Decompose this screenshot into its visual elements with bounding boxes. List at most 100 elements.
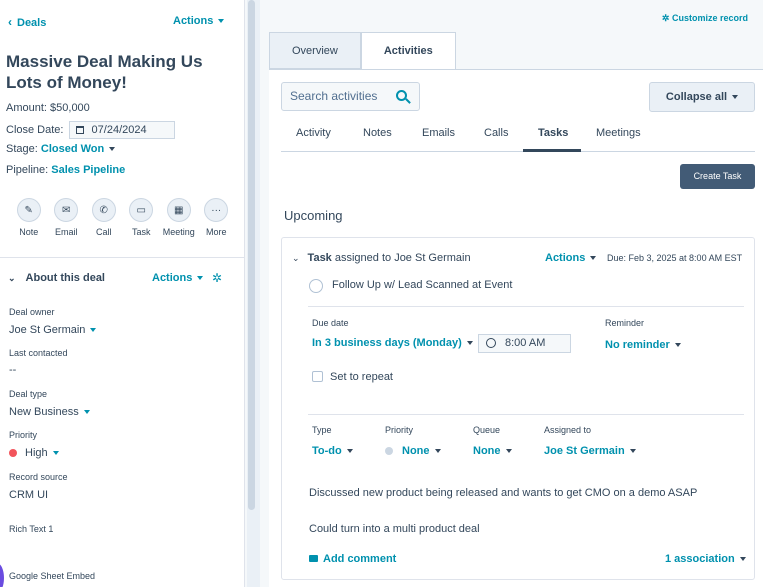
- task-card: ⌄ Task assigned to Joe St Germain Actions…: [281, 237, 755, 580]
- divider: [0, 257, 244, 258]
- deal-owner-label: Deal owner: [9, 307, 55, 317]
- tab-overview[interactable]: Overview: [269, 32, 361, 69]
- reminder-label: Reminder: [605, 318, 645, 328]
- stage-dropdown[interactable]: Closed Won: [41, 143, 116, 155]
- association-dropdown[interactable]: 1 association: [665, 553, 746, 565]
- record-actions-dropdown[interactable]: Actions: [173, 15, 225, 27]
- gear-icon[interactable]: ✲: [212, 271, 222, 285]
- caret-down-icon: [197, 276, 204, 281]
- type-dropdown[interactable]: To-do: [312, 445, 353, 457]
- amount-row: Amount: $50,000: [6, 102, 90, 114]
- create-task-button[interactable]: Create Task: [680, 164, 755, 189]
- sidebar-scrollbar-thumb[interactable]: [248, 0, 255, 510]
- deal-title: Massive Deal Making Us Lots of Money!: [6, 52, 203, 92]
- caret-down-icon: [83, 410, 90, 415]
- calendar-icon: ▦: [166, 198, 191, 222]
- quick-action-call[interactable]: ✆ Call: [85, 198, 123, 237]
- caret-down-icon: [505, 449, 512, 454]
- task-title[interactable]: Follow Up w/ Lead Scanned at Event: [332, 279, 512, 291]
- tab-activity[interactable]: Activity: [296, 127, 331, 139]
- record-tabs: Overview Activities: [269, 32, 456, 70]
- task-header-toggle[interactable]: ⌄ Task assigned to Joe St Germain: [292, 252, 471, 264]
- priority-high-dot: [9, 449, 17, 457]
- tab-meetings[interactable]: Meetings: [596, 127, 641, 139]
- caret-down-icon: [674, 343, 681, 348]
- alarm-clock-icon: [486, 338, 496, 348]
- due-date-label: Due date: [312, 318, 349, 328]
- quick-action-more[interactable]: ··· More: [198, 198, 236, 237]
- repeat-label: Set to repeat: [330, 371, 393, 383]
- tab-calls[interactable]: Calls: [484, 127, 508, 139]
- caret-down-icon: [346, 449, 353, 454]
- gear-icon: ✲: [661, 13, 670, 23]
- email-icon: ✉: [54, 198, 79, 222]
- tab-activities[interactable]: Activities: [360, 32, 456, 70]
- caret-down-icon: [109, 147, 116, 152]
- reminder-dropdown[interactable]: No reminder: [605, 339, 681, 351]
- repeat-checkbox[interactable]: [312, 371, 323, 382]
- task-notes-line-1[interactable]: Discussed new product being released and…: [309, 487, 697, 499]
- task-priority-dropdown[interactable]: None: [385, 445, 441, 457]
- tab-tasks[interactable]: Tasks: [538, 127, 568, 139]
- quick-action-meeting[interactable]: ▦ Meeting: [160, 198, 198, 237]
- more-icon: ···: [204, 198, 229, 222]
- back-to-deals-link[interactable]: ‹ Deals: [8, 15, 46, 29]
- amount-value[interactable]: $50,000: [50, 102, 90, 114]
- complete-task-checkbox[interactable]: [309, 279, 323, 293]
- activities-panel: Search activities Collapse all Activity …: [269, 69, 763, 587]
- priority-dropdown[interactable]: High: [9, 447, 59, 459]
- tab-notes[interactable]: Notes: [363, 127, 392, 139]
- google-sheet-embed-label: Google Sheet Embed: [9, 571, 96, 581]
- last-contacted-value: --: [9, 364, 17, 376]
- assigned-to-label: Assigned to: [544, 425, 592, 435]
- about-actions-dropdown[interactable]: Actions: [152, 272, 204, 284]
- chat-launcher-button[interactable]: [0, 563, 4, 587]
- deal-type-label: Deal type: [9, 389, 48, 399]
- chevron-left-icon: ‹: [8, 15, 12, 29]
- caret-down-icon: [739, 557, 746, 562]
- quick-action-note[interactable]: ✎ Note: [10, 198, 48, 237]
- activity-type-tabs: Activity Notes Emails Calls Tasks Meetin…: [281, 120, 755, 152]
- queue-dropdown[interactable]: None: [473, 445, 512, 457]
- task-icon: ▭: [129, 198, 154, 222]
- stage-row: Stage: Closed Won: [6, 143, 116, 155]
- quick-action-task[interactable]: ▭ Task: [123, 198, 161, 237]
- about-section-toggle[interactable]: ⌄ About this deal: [8, 272, 105, 284]
- chevron-down-icon: ⌄: [292, 253, 300, 263]
- add-comment-link[interactable]: Add comment: [309, 553, 396, 565]
- task-notes-line-2[interactable]: Could turn into a multi product deal: [309, 523, 480, 535]
- close-date-row: Close Date: 07/24/2024: [6, 121, 175, 139]
- type-label: Type: [312, 425, 332, 435]
- quick-actions: ✎ Note ✉ Email ✆ Call ▭ Task ▦ Meeting ··· Mor…: [10, 198, 235, 237]
- caret-down-icon: [466, 341, 473, 346]
- priority-label: Priority: [385, 425, 414, 435]
- priority-none-dot: [385, 447, 393, 455]
- chevron-down-icon: ⌄: [8, 273, 16, 283]
- caret-down-icon: [732, 95, 739, 100]
- record-source-label: Record source: [9, 472, 68, 482]
- caret-down-icon: [218, 19, 225, 24]
- priority-label: Priority: [9, 430, 38, 440]
- collapse-all-button[interactable]: Collapse all: [649, 82, 755, 112]
- task-actions-dropdown[interactable]: Actions: [545, 252, 597, 264]
- deal-type-dropdown[interactable]: New Business: [9, 406, 90, 418]
- note-icon: ✎: [16, 198, 41, 222]
- search-icon[interactable]: [396, 90, 407, 101]
- close-date-input[interactable]: 07/24/2024: [68, 121, 175, 139]
- deal-owner-dropdown[interactable]: Joe St Germain: [9, 324, 97, 336]
- quick-action-email[interactable]: ✉ Email: [48, 198, 86, 237]
- upcoming-heading: Upcoming: [284, 208, 343, 223]
- customize-record-link[interactable]: ✲ Customize record: [662, 13, 748, 24]
- divider: [308, 414, 744, 415]
- queue-label: Queue: [473, 425, 501, 435]
- caret-down-icon: [52, 451, 59, 456]
- assigned-to-dropdown[interactable]: Joe St Germain: [544, 445, 636, 457]
- tab-emails[interactable]: Emails: [422, 127, 455, 139]
- pipeline-link[interactable]: Sales Pipeline: [51, 164, 125, 176]
- due-time-input[interactable]: 8:00 AM: [478, 334, 571, 353]
- phone-icon: ✆: [91, 198, 116, 222]
- search-activities-input[interactable]: Search activities: [281, 82, 420, 111]
- due-date-dropdown[interactable]: In 3 business days (Monday): [312, 337, 473, 349]
- caret-down-icon: [629, 449, 636, 454]
- active-tab-indicator: [523, 149, 581, 152]
